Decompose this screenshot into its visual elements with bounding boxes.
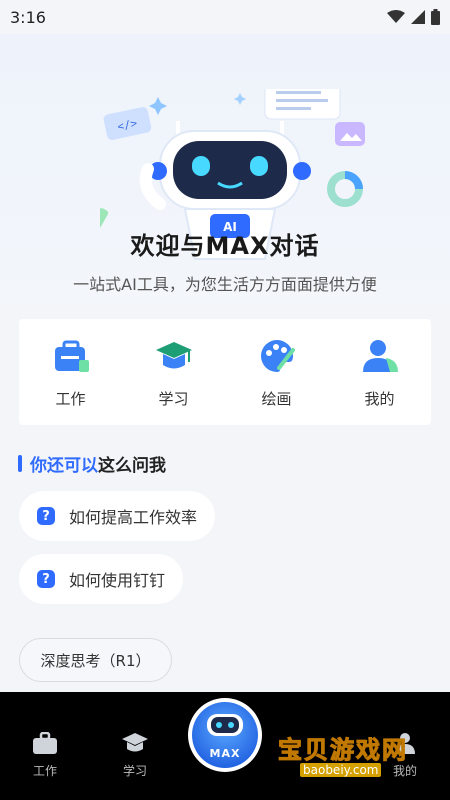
nav-label: 工作	[32, 764, 57, 778]
nav-item-work[interactable]: 工作	[15, 732, 75, 779]
tool-label: 工作	[55, 389, 86, 408]
max-avatar: MAX	[192, 702, 258, 768]
max-label: MAX	[209, 747, 241, 760]
watermark-logo: 宝贝游戏网 baobeiy.com	[278, 730, 428, 780]
battery-icon	[431, 9, 440, 25]
status-icons	[387, 9, 440, 25]
heading-accent-bar	[18, 455, 22, 472]
robot-icon	[207, 714, 243, 736]
deep-think-toggle[interactable]: 深度思考（R1）	[19, 638, 172, 682]
suggestion-chip[interactable]: ? 如何提高工作效率	[19, 491, 216, 541]
watermark-url: baobeiy.com	[300, 763, 382, 777]
max-center-button[interactable]: MAX	[188, 698, 262, 772]
suggestions-heading: 你还可以 这么问我	[18, 451, 166, 476]
suggestion-text: 如何提高工作效率	[69, 508, 198, 527]
watermark-text: 宝贝游戏网	[278, 736, 408, 765]
briefcase-icon	[33, 732, 57, 754]
tool-label: 我的	[364, 389, 395, 408]
status-time: 3:16	[10, 7, 46, 27]
briefcase-icon	[54, 340, 89, 372]
graduation-cap-icon	[122, 733, 148, 752]
suggestion-text: 如何使用钉钉	[69, 571, 166, 590]
heading-highlight: 你还可以	[30, 456, 98, 476]
signal-icon	[411, 10, 425, 24]
suggestion-chip[interactable]: ? 如何使用钉钉	[19, 554, 184, 604]
hero-section: </> AI	[0, 34, 450, 304]
tool-mine[interactable]: 我的	[335, 336, 425, 409]
palette-icon	[260, 339, 295, 372]
tool-study[interactable]: 学习	[129, 336, 219, 409]
welcome-subtitle: 一站式AI工具，为您生活方方面面提供方便	[73, 275, 377, 294]
tool-paint[interactable]: 绘画	[232, 336, 322, 409]
wifi-icon	[387, 10, 405, 23]
graduation-cap-icon	[155, 341, 192, 368]
tool-label: 学习	[158, 389, 189, 408]
tool-label: 绘画	[261, 389, 292, 408]
nav-label: 学习	[122, 764, 147, 778]
question-icon: ?	[37, 570, 55, 588]
tool-work[interactable]: 工作	[26, 336, 116, 409]
nav-item-study[interactable]: 学习	[105, 732, 165, 779]
status-bar: 3:16	[0, 0, 450, 34]
tools-card: 工作 学习 绘画 我的	[19, 319, 431, 425]
welcome-title: 欢迎与MAX对话	[130, 232, 320, 260]
question-icon: ?	[37, 507, 55, 525]
user-icon	[362, 339, 398, 372]
heading-rest: 这么问我	[98, 456, 166, 476]
